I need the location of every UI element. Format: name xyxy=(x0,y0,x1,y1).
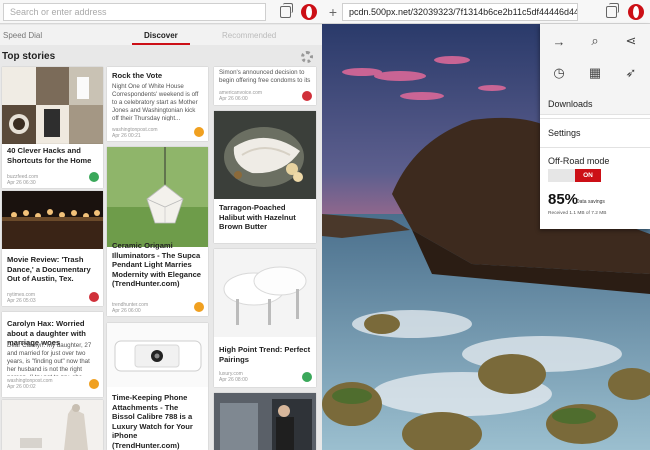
card-title: Movie Review: 'Trash Dance,' a Documenta… xyxy=(7,255,91,283)
source-badge-icon xyxy=(194,127,204,137)
home-badge-icon xyxy=(302,372,312,382)
menu-settings[interactable]: Settings xyxy=(548,128,581,138)
right-toolbar: + pcdn.500px.net/32039323/7f1314b6ce2b11… xyxy=(322,0,650,24)
card-source: washingtonpost.com Apr 26 00:02 xyxy=(7,378,53,390)
card-image xyxy=(214,393,316,450)
news-card[interactable]: 40 Clever Hacks and Shortcuts for the Ho… xyxy=(2,144,103,188)
share-icon[interactable]: ⋖ xyxy=(622,32,640,50)
news-card[interactable]: Simon's announced decision to begin offe… xyxy=(214,67,316,105)
gear-icon[interactable] xyxy=(301,51,313,63)
tabs-icon[interactable] xyxy=(602,3,620,21)
card-image xyxy=(107,323,208,387)
card-source: trendhunter.com Apr 26 06:00 xyxy=(112,302,149,314)
offroad-toggle-state: ON xyxy=(575,169,601,182)
card-image xyxy=(2,67,103,144)
card-image xyxy=(214,111,316,199)
news-card[interactable]: High Point Trend: Perfect Pairings luxur… xyxy=(214,249,316,387)
card-source: luxury.com Apr 26 08:00 xyxy=(219,371,248,383)
left-pane: Search or enter address Speed Dial Disco… xyxy=(0,0,322,450)
new-tab-plus-icon[interactable]: + xyxy=(324,3,342,21)
card-title: Ceramic Origami Illuminators - The Supca… xyxy=(112,241,202,288)
news-card[interactable] xyxy=(2,400,103,450)
menu-divider xyxy=(540,147,650,148)
card-description: Simon's announced decision to begin offe… xyxy=(219,69,311,84)
offroad-toggle[interactable]: ON xyxy=(548,169,601,182)
offroad-label: Off-Road mode xyxy=(548,156,610,166)
news-card[interactable]: Tarragon-Poached Halibut with Hazelnut B… xyxy=(214,111,316,243)
card-image xyxy=(2,191,103,249)
news-card[interactable]: Rock the Vote Night One of White House C… xyxy=(107,67,208,141)
left-toolbar: Search or enter address xyxy=(0,0,322,24)
pencil-badge-icon xyxy=(89,292,99,302)
card-source: nytimes.com Apr 26 05:03 xyxy=(7,292,36,304)
card-image xyxy=(107,147,208,247)
data-savings-label: Data savings xyxy=(576,199,605,205)
opera-logo-icon xyxy=(628,4,644,20)
opera-menu-popup: → ⌕ ⋖ ◷ ▦ ➶ Downloads Settings Off-Road … xyxy=(540,24,650,229)
opera-menu-button[interactable] xyxy=(300,3,318,21)
card-title: High Point Trend: Perfect Pairings xyxy=(219,345,311,364)
opera-logo-icon xyxy=(301,4,317,20)
menu-divider xyxy=(540,114,650,115)
card-description: Dear Carolyn: My daughter, 27 and marrie… xyxy=(7,342,92,376)
address-bar[interactable]: pcdn.500px.net/32039323/7f1314b6ce2b11c5… xyxy=(342,3,578,21)
search-page-icon[interactable]: ⌕ xyxy=(586,32,604,50)
tab-discover[interactable]: Discover xyxy=(132,31,190,45)
pencil-badge-icon xyxy=(302,91,312,101)
right-pane: + pcdn.500px.net/32039323/7f1314b6ce2b11… xyxy=(322,0,650,450)
card-description: Night One of White House Correspondents'… xyxy=(112,83,199,121)
card-image xyxy=(214,249,316,337)
section-title: Top stories xyxy=(2,51,56,62)
tab-faded[interactable]: Recommended xyxy=(222,31,276,40)
menu-downloads[interactable]: Downloads xyxy=(548,99,593,109)
source-badge-icon xyxy=(89,379,99,389)
speed-dial-tabs: Speed Dial Discover Recommended xyxy=(0,25,322,45)
history-clock-icon[interactable]: ◷ xyxy=(550,64,568,82)
speed-dial-grid-icon[interactable]: ▦ xyxy=(586,64,604,82)
news-card[interactable]: Time-Keeping Phone Attachments - The Bis… xyxy=(107,323,208,450)
tab-speed-dial[interactable]: Speed Dial xyxy=(3,31,42,40)
data-received-text: Received 1.1 MB of 7.2 MB xyxy=(548,211,607,216)
news-card[interactable]: Carolyn Hax: Worried about a daughter wi… xyxy=(2,312,103,397)
news-card[interactable] xyxy=(2,67,103,144)
home-badge-icon xyxy=(89,172,99,182)
card-title: Tarragon-Poached Halibut with Hazelnut B… xyxy=(219,203,296,231)
card-source: washingtonpost.com Apr 26 00:21 xyxy=(112,127,158,139)
news-card[interactable]: Movie Review: 'Trash Dance,' a Documenta… xyxy=(2,191,103,306)
card-source: buzzfeed.com Apr 26 06:30 xyxy=(7,174,39,186)
source-badge-icon xyxy=(194,302,204,312)
card-title: 40 Clever Hacks and Shortcuts for the Ho… xyxy=(7,146,92,165)
opera-menu-button[interactable] xyxy=(627,3,645,21)
data-savings-percent: 85% xyxy=(548,191,579,208)
card-image xyxy=(2,400,103,450)
news-card[interactable]: Ceramic Origami Illuminators - The Supca… xyxy=(107,147,208,316)
discover-compass-icon[interactable]: ➶ xyxy=(622,64,640,82)
tabs-icon[interactable] xyxy=(276,3,294,21)
card-source: americanvoice.com Apr 26 06:00 xyxy=(219,90,263,102)
forward-arrow-icon[interactable]: → xyxy=(550,32,568,50)
news-card[interactable] xyxy=(214,393,316,450)
card-title: Rock the Vote xyxy=(112,71,163,80)
address-bar[interactable]: Search or enter address xyxy=(3,3,266,21)
card-title: Time-Keeping Phone Attachments - The Bis… xyxy=(112,393,193,450)
menu-divider xyxy=(540,118,650,119)
